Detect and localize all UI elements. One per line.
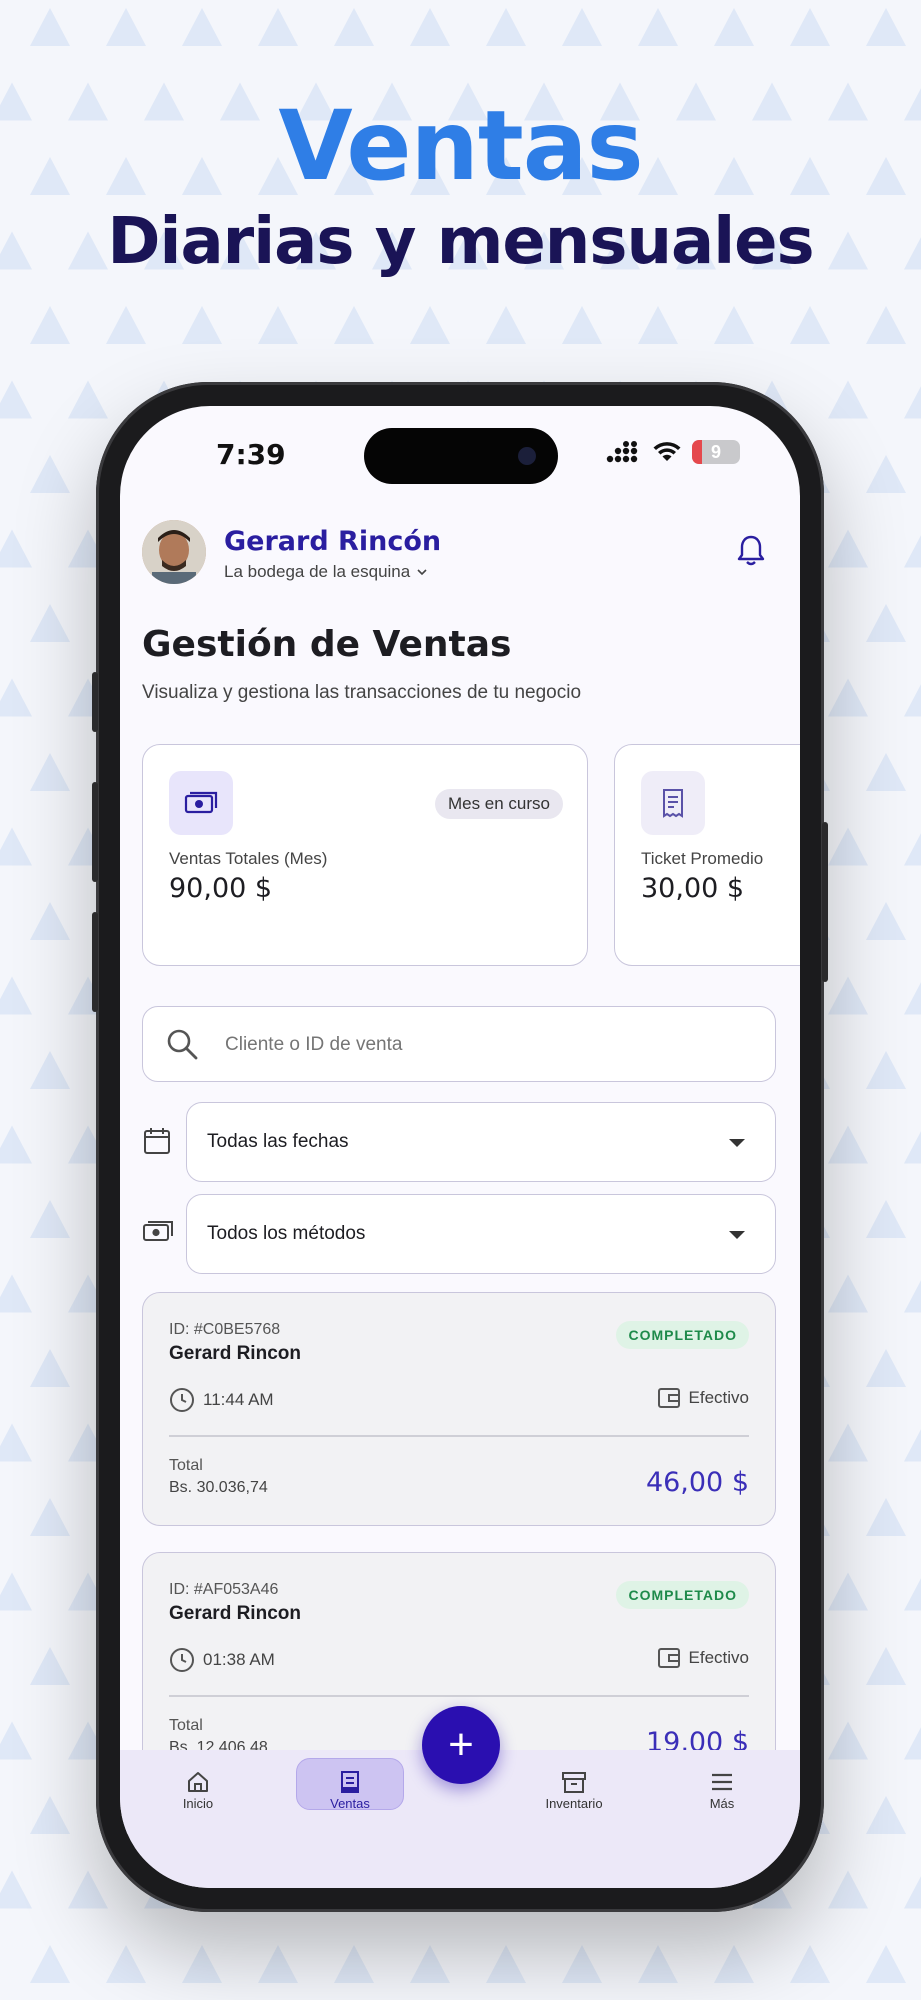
money-icon (169, 771, 233, 835)
total-bs: Bs. 30.036,74 (169, 1479, 268, 1496)
stat-value: 90,00 $ (169, 873, 273, 904)
phone-frame: 7:39 9 Gerard Rincón La bodega de la esq… (92, 382, 828, 1912)
sale-time: 01:38 AM (169, 1647, 275, 1673)
dropdown-caret-icon (729, 1139, 745, 1147)
plus-icon: + (448, 1720, 474, 1769)
stat-card-average-ticket[interactable]: Ticket Promedio 30,00 $ (614, 744, 800, 966)
status-time: 7:39 (216, 438, 286, 471)
total-label: Total (169, 1457, 203, 1474)
status-icons: 9 (606, 440, 740, 464)
user-name[interactable]: Gerard Rincón (224, 526, 441, 557)
sale-time-value: 01:38 AM (203, 1650, 275, 1669)
nav-label: Inventario (545, 1796, 603, 1811)
stat-label: Ventas Totales (Mes) (169, 849, 328, 868)
date-filter-row: Todas las fechas (142, 1102, 776, 1182)
nav-item-inicio[interactable]: Inicio (148, 1768, 248, 1811)
nav-label: Más (709, 1796, 735, 1811)
stat-label: Ticket Promedio (641, 849, 764, 868)
stat-card-total-sales[interactable]: Mes en curso Ventas Totales (Mes) 90,00 … (142, 744, 588, 966)
page-subtitle: Visualiza y gestiona las transacciones d… (142, 682, 582, 703)
method-filter-value: Todos los métodos (207, 1223, 366, 1244)
period-badge: Mes en curso (434, 789, 563, 819)
phone-volume-down-button (92, 912, 98, 1012)
store-name: La bodega de la esquina (224, 562, 411, 581)
promo-headline: Ventas Diarias y mensuales (0, 90, 921, 282)
app-screen: 7:39 9 Gerard Rincón La bodega de la esq… (120, 406, 800, 1888)
receipt-icon (341, 1771, 359, 1793)
phone-volume-up-button (92, 782, 98, 882)
store-selector[interactable]: La bodega de la esquina (224, 562, 428, 582)
date-filter-value: Todas las fechas (207, 1131, 349, 1152)
sale-method: Efectivo (657, 1647, 749, 1669)
bell-icon[interactable] (736, 534, 766, 568)
nav-label: Inicio (182, 1796, 214, 1811)
search-input[interactable] (225, 1027, 725, 1063)
sale-time-value: 11:44 AM (203, 1390, 274, 1409)
signal-icon (606, 441, 638, 463)
receipt-icon (641, 771, 705, 835)
date-filter-select[interactable]: Todas las fechas (186, 1102, 776, 1182)
search-field[interactable] (142, 1006, 776, 1082)
sale-id: ID: #AF053A46 (169, 1581, 279, 1598)
battery-indicator: 9 (692, 440, 740, 464)
archive-icon (562, 1772, 586, 1793)
divider (169, 1695, 749, 1697)
search-icon (167, 1029, 198, 1060)
sale-customer: Gerard Rincon (169, 1343, 301, 1364)
phone-action-button (92, 672, 98, 732)
wallet-icon (657, 1388, 680, 1408)
wallet-icon (657, 1648, 680, 1668)
stats-carousel[interactable]: Mes en curso Ventas Totales (Mes) 90,00 … (142, 744, 800, 966)
status-badge: COMPLETADO (616, 1321, 749, 1349)
status-badge: COMPLETADO (616, 1581, 749, 1609)
method-filter-row: Todos los métodos (142, 1194, 776, 1274)
battery-level: 9 (710, 442, 721, 462)
home-icon (188, 1772, 208, 1792)
chevron-down-icon (417, 569, 427, 576)
sale-method: Efectivo (657, 1387, 749, 1409)
method-filter-select[interactable]: Todos los métodos (186, 1194, 776, 1274)
clock-icon (170, 1648, 194, 1672)
dropdown-caret-icon (729, 1231, 745, 1239)
nav-item-mas[interactable]: Más (672, 1768, 772, 1811)
dynamic-island (364, 428, 558, 484)
sale-card[interactable]: ID: #C0BE5768 Gerard Rincon COMPLETADO 1… (142, 1292, 776, 1526)
phone-power-button (822, 822, 828, 982)
sale-time: 11:44 AM (169, 1387, 274, 1413)
sale-customer: Gerard Rincon (169, 1603, 301, 1624)
nav-item-ventas[interactable]: Ventas (300, 1768, 400, 1811)
menu-icon (712, 1773, 732, 1791)
app-header: Gerard Rincón La bodega de la esquina (142, 520, 778, 586)
divider (169, 1435, 749, 1437)
page-title: Gestión de Ventas (142, 624, 512, 665)
sale-method-value: Efectivo (688, 1388, 749, 1407)
total-label: Total (169, 1717, 203, 1734)
promo-title: Ventas (278, 90, 643, 202)
clock-icon (170, 1388, 194, 1412)
avatar[interactable] (142, 520, 206, 584)
wifi-icon (653, 442, 681, 461)
stat-value: 30,00 $ (641, 873, 745, 904)
nav-label: Ventas (330, 1796, 370, 1811)
nav-item-inventario[interactable]: Inventario (524, 1768, 624, 1811)
sale-amount: 46,00 $ (645, 1467, 749, 1498)
sale-method-value: Efectivo (688, 1648, 749, 1667)
calendar-icon (144, 1128, 170, 1154)
money-icon (143, 1221, 173, 1241)
add-sale-button[interactable]: + (422, 1706, 500, 1784)
promo-subtitle: Diarias y mensuales (107, 205, 814, 279)
sale-id: ID: #C0BE5768 (169, 1321, 281, 1338)
